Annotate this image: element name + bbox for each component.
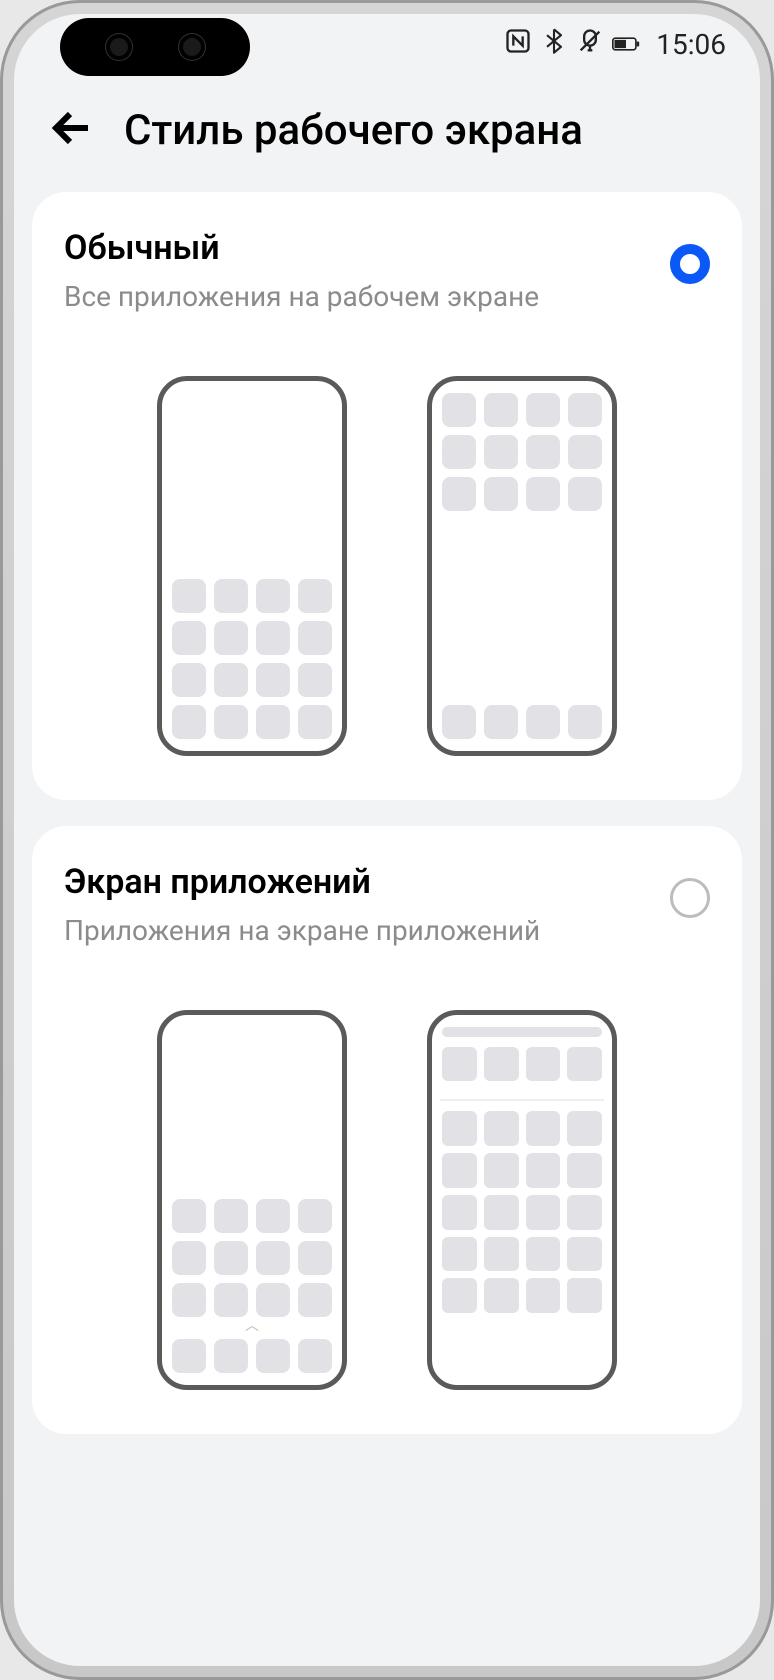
chevron-up-icon: ︿: [172, 1321, 332, 1333]
status-icons: [504, 27, 640, 62]
preview-phone: [157, 376, 347, 756]
option-drawer-radio[interactable]: [670, 878, 710, 918]
option-standard-radio[interactable]: [670, 244, 710, 284]
bluetooth-icon: [540, 27, 568, 62]
option-standard[interactable]: Обычный Все приложения на рабочем экране: [32, 192, 742, 800]
screen: 15:06 Стиль рабочего экрана Обычный Все …: [14, 14, 760, 1666]
camera-notch: [60, 18, 250, 76]
back-button[interactable]: [48, 104, 96, 156]
search-bar-placeholder: [442, 1027, 602, 1037]
page-title: Стиль рабочего экрана: [124, 106, 583, 155]
camera-lens: [179, 34, 205, 60]
app-header: Стиль рабочего экрана: [14, 74, 760, 192]
option-drawer-subtitle: Приложения на экране приложений: [64, 912, 650, 950]
preview-phone: [427, 376, 617, 756]
preview-phone: ︿: [157, 1010, 347, 1390]
option-drawer-title: Экран приложений: [64, 862, 650, 902]
preview-phone: [427, 1010, 617, 1390]
status-time: 15:06: [656, 28, 726, 61]
mute-icon: [576, 27, 604, 62]
option-drawer-previews: ︿: [64, 1010, 710, 1390]
battery-icon: [612, 30, 640, 58]
option-drawer[interactable]: Экран приложений Приложения на экране пр…: [32, 826, 742, 1434]
option-standard-title: Обычный: [64, 228, 650, 268]
device-frame: 15:06 Стиль рабочего экрана Обычный Все …: [0, 0, 774, 1680]
camera-lens: [106, 34, 132, 60]
nfc-icon: [504, 27, 532, 62]
option-standard-subtitle: Все приложения на рабочем экране: [64, 278, 650, 316]
option-standard-previews: [64, 376, 710, 756]
